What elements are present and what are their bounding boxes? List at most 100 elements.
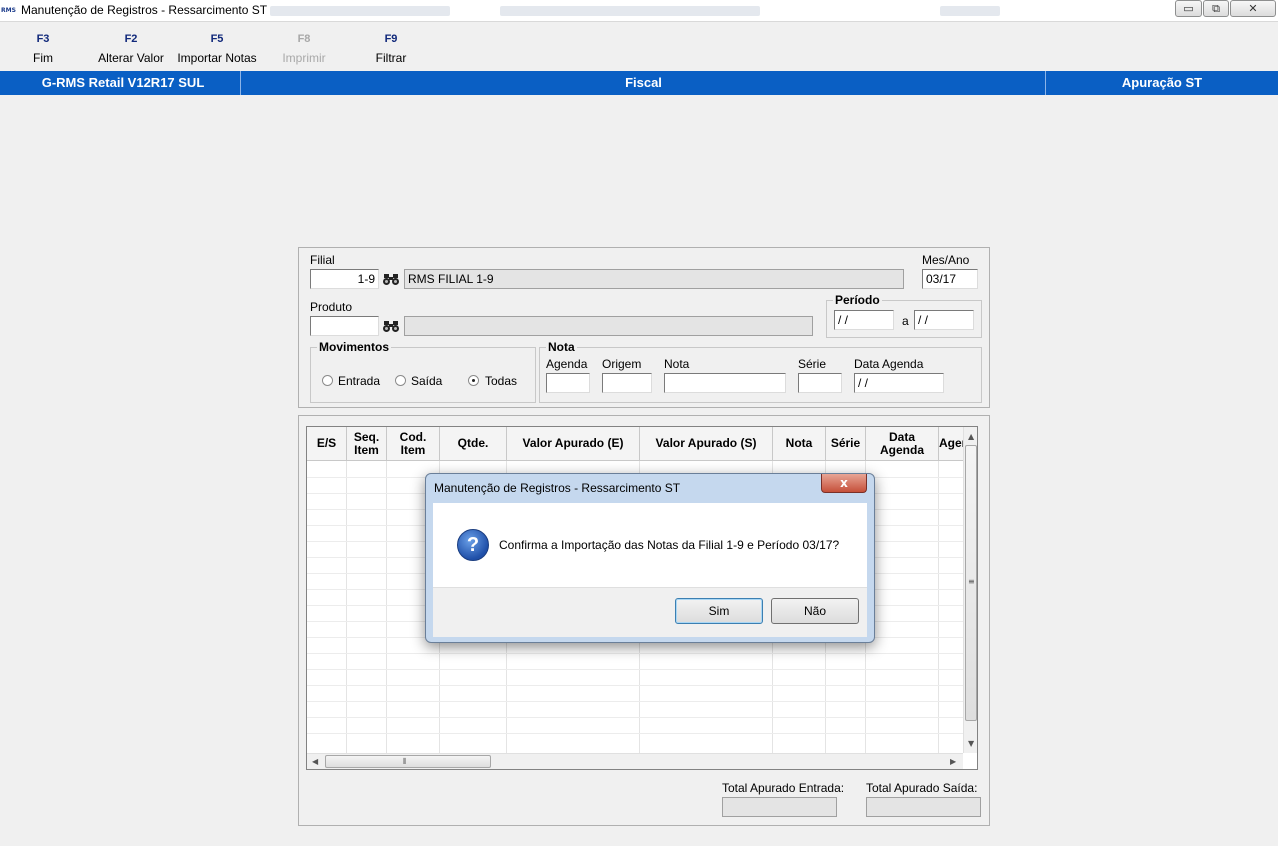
mesano-label: Mes/Ano — [922, 253, 970, 267]
fkey-code: F2 — [124, 33, 138, 45]
window-titlebar: RMS Manutenção de Registros - Ressarcime… — [0, 0, 1278, 22]
function-key-toolbar: F3 Fim F2 Alterar Valor F5 Importar Nota… — [0, 24, 1278, 70]
restore-button[interactable]: ⧉ — [1203, 0, 1229, 17]
horizontal-scrollbar[interactable]: ◀ ⦀ ▶ — [307, 753, 963, 769]
mesano-input[interactable]: 03/17 — [922, 269, 978, 289]
produto-input[interactable] — [310, 316, 379, 336]
periodo-group-title: Período — [833, 293, 882, 307]
dialog-close-button[interactable]: x — [821, 474, 867, 493]
produto-search-binoculars-icon[interactable] — [381, 316, 401, 336]
column-header[interactable]: Valor Apurado (E) — [507, 427, 640, 461]
agenda-label: Agenda — [546, 357, 588, 371]
fkey-label: Fim — [33, 51, 53, 65]
dialog-body: ? Confirma a Importação das Notas da Fil… — [433, 503, 867, 587]
periodo-from-input[interactable]: / / — [834, 310, 894, 330]
fkey-alterar-valor-button[interactable]: F2 Alterar Valor — [95, 32, 167, 66]
mov-saida-radio[interactable] — [395, 375, 406, 386]
fkey-code: F8 — [297, 33, 311, 45]
nota-input[interactable] — [664, 373, 786, 393]
table-row — [307, 685, 963, 686]
table-row — [307, 669, 963, 670]
column-header[interactable]: Data Agenda — [866, 427, 939, 461]
no-button[interactable]: Não — [771, 598, 859, 624]
context-header: G-RMS Retail V12R17 SUL Fiscal Apuração … — [0, 71, 1278, 95]
rms-app-icon: RMS — [1, 7, 16, 14]
fkey-label: Importar Notas — [177, 51, 257, 65]
table-row — [307, 653, 963, 654]
minimize-button[interactable]: ▭ — [1175, 0, 1202, 17]
total-entrada-label: Total Apurado Entrada: — [722, 781, 845, 795]
total-entrada-display — [722, 797, 837, 817]
background-taskbar-ghost — [270, 6, 450, 16]
fkey-label: Alterar Valor — [98, 51, 164, 65]
data-agenda-input[interactable]: / / — [854, 373, 944, 393]
background-taskbar-ghost — [500, 6, 760, 16]
periodo-to-input[interactable]: / / — [914, 310, 974, 330]
grid-column-line — [307, 461, 347, 753]
column-header[interactable]: Qtde. — [440, 427, 507, 461]
total-saida-display — [866, 797, 981, 817]
scroll-left-arrow-icon[interactable]: ◀ — [312, 757, 318, 767]
question-icon: ? — [457, 529, 489, 561]
produto-label: Produto — [310, 300, 353, 314]
fkey-importar-notas-button[interactable]: F5 Importar Notas — [174, 32, 260, 66]
filial-label: Filial — [310, 253, 335, 267]
filial-name-display: RMS FILIAL 1-9 — [404, 269, 904, 289]
data-agenda-label: Data Agenda — [854, 357, 924, 371]
column-header[interactable]: Valor Apurado (S) — [640, 427, 773, 461]
column-header[interactable]: E/S — [307, 427, 347, 461]
total-saida-label: Total Apurado Saída: — [866, 781, 978, 795]
module-name: Fiscal — [625, 75, 662, 90]
fkey-fim-button[interactable]: F3 Fim — [18, 32, 68, 66]
mov-entrada-radio[interactable] — [322, 375, 333, 386]
function-name: Apuração ST — [1121, 75, 1203, 90]
serie-input[interactable] — [798, 373, 842, 393]
grid-column-line — [347, 461, 387, 753]
column-header[interactable]: Série — [826, 427, 866, 461]
table-row — [307, 733, 963, 734]
nota-label: Nota — [664, 357, 690, 371]
column-header[interactable]: Seq. Item — [347, 427, 387, 461]
table-row — [307, 717, 963, 718]
scroll-grip-icon: ⦀ — [403, 757, 407, 766]
scroll-up-arrow-icon[interactable]: ▲ — [968, 432, 974, 442]
origem-label: Origem — [602, 357, 642, 371]
scroll-grip-icon: ≡ — [968, 577, 975, 586]
origem-input[interactable] — [602, 373, 652, 393]
agenda-input[interactable] — [546, 373, 590, 393]
produto-description-display — [404, 316, 813, 336]
movimentos-group-title: Movimentos — [317, 340, 392, 354]
scroll-down-arrow-icon[interactable]: ▼ — [968, 739, 974, 749]
fkey-label: Imprimir — [282, 51, 326, 65]
table-row — [307, 701, 963, 702]
column-header[interactable]: Nota — [773, 427, 826, 461]
mov-todas-label[interactable]: Todas — [485, 374, 517, 388]
close-button[interactable]: ✕ — [1230, 0, 1276, 17]
fkey-code: F5 — [210, 33, 224, 45]
fkey-code: F3 — [36, 33, 50, 45]
fkey-filtrar-button[interactable]: F9 Filtrar — [366, 32, 416, 66]
filial-search-binoculars-icon[interactable] — [381, 269, 401, 289]
confirm-dialog: Manutenção de Registros - Ressarcimento … — [425, 473, 875, 643]
vertical-scrollbar[interactable]: ▲ ≡ ▼ — [963, 427, 977, 753]
fkey-code: F9 — [384, 33, 398, 45]
mov-todas-radio[interactable] — [468, 375, 479, 386]
filial-input[interactable]: 1-9 — [310, 269, 379, 289]
fkey-imprimir-button: F8 Imprimir — [274, 32, 334, 66]
column-header[interactable]: Cod. Item — [387, 427, 440, 461]
fkey-label: Filtrar — [375, 51, 407, 65]
window-title: Manutenção de Registros - Ressarcimento … — [21, 3, 268, 17]
yes-button[interactable]: Sim — [675, 598, 763, 624]
dialog-message: Confirma a Importação das Notas da Filia… — [499, 538, 840, 552]
mov-saida-label[interactable]: Saída — [411, 374, 442, 388]
dialog-title: Manutenção de Registros - Ressarcimento … — [434, 481, 681, 495]
nota-group-title: Nota — [546, 340, 577, 354]
grid-column-line — [866, 461, 939, 753]
periodo-separator: a — [902, 314, 909, 328]
background-taskbar-ghost — [940, 6, 1000, 16]
mov-entrada-label[interactable]: Entrada — [338, 374, 380, 388]
horizontal-scroll-thumb[interactable] — [325, 755, 491, 768]
system-version: G-RMS Retail V12R17 SUL — [41, 75, 205, 90]
scroll-right-arrow-icon[interactable]: ▶ — [950, 757, 956, 767]
dialog-footer: Sim Não — [433, 587, 867, 637]
